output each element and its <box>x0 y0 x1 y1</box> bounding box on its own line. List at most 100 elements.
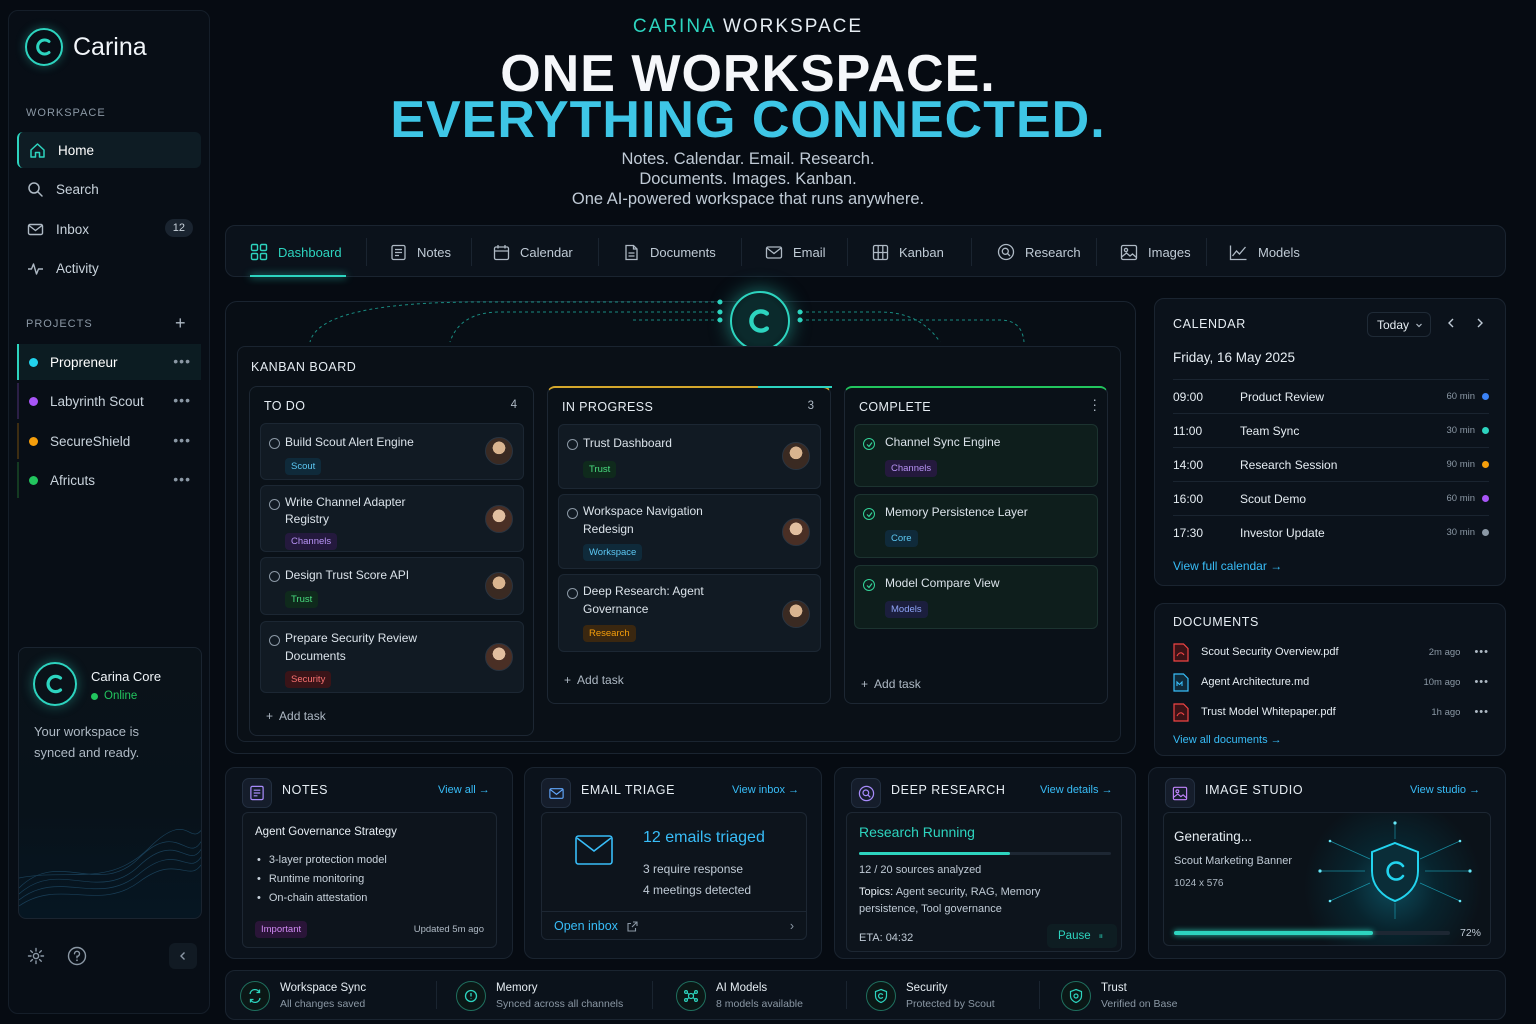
kanban-card[interactable]: Prepare Security Review Documents Securi… <box>260 621 524 693</box>
tab-label: Research <box>1025 244 1081 260</box>
project-africuts[interactable]: Africuts ••• <box>17 462 201 498</box>
note-preview[interactable]: Agent Governance Strategy • 3-layer prote… <box>242 812 497 948</box>
calendar-event[interactable]: 14:00 Research Session 90 min <box>1173 447 1489 481</box>
card-title-line2: Governance <box>583 602 649 616</box>
next-day-button[interactable] <box>1474 317 1486 329</box>
project-propreneur[interactable]: Propreneur ••• <box>17 344 201 380</box>
kanban-card[interactable]: Memory Persistence Layer Core <box>854 494 1098 558</box>
tab-label: Dashboard <box>278 244 342 260</box>
card-title: Memory Persistence Layer <box>885 505 1028 519</box>
document-more-button[interactable]: ••• <box>1474 646 1489 658</box>
status-subtitle: Protected by Scout <box>906 998 995 1010</box>
hero-kicker: CARINA WORKSPACE <box>0 16 1496 38</box>
kanban-card[interactable]: Deep Research: Agent Governance Research <box>558 574 821 652</box>
document-row[interactable]: Agent Architecture.md 10m ago ••• <box>1173 667 1489 697</box>
tab-dashboard[interactable]: Dashboard <box>250 226 342 278</box>
email-card-title: EMAIL TRIAGE <box>581 783 676 797</box>
generated-shield-image <box>1318 821 1472 919</box>
generation-name: Scout Marketing Banner <box>1174 855 1293 867</box>
task-status-radio[interactable] <box>269 499 280 510</box>
mail-icon <box>548 787 564 799</box>
view-details-link[interactable]: View details → <box>1040 784 1113 796</box>
tab-calendar[interactable]: Calendar <box>493 226 573 278</box>
add-task-label: Add task <box>279 709 326 723</box>
note-bullet: • 3-layer protection model <box>257 854 387 866</box>
active-tab-indicator <box>250 275 346 277</box>
check-icon[interactable] <box>863 438 875 450</box>
event-name: Team Sync <box>1240 423 1300 438</box>
kanban-column-in-progress: IN PROGRESS 3 Trust Dashboard Trust Work… <box>547 386 832 704</box>
tab-email[interactable]: Email <box>765 226 826 278</box>
add-task-button[interactable]: + Add task <box>564 673 624 687</box>
calendar-event[interactable]: 16:00 Scout Demo 60 min <box>1173 481 1489 515</box>
project-secureshield[interactable]: SecureShield ••• <box>17 423 201 459</box>
kanban-card[interactable]: Workspace Navigation Redesign Workspace <box>558 494 821 569</box>
event-color-dot <box>1482 427 1489 434</box>
view-inbox-link[interactable]: View inbox → <box>732 784 799 796</box>
task-status-radio[interactable] <box>567 439 578 450</box>
projects-section-label: PROJECTS <box>26 318 93 330</box>
document-row[interactable]: Trust Model Whitepaper.pdf 1h ago ••• <box>1173 697 1489 727</box>
today-dropdown[interactable]: Today <box>1367 312 1431 337</box>
research-topics-line2: persistence, Tool governance <box>859 903 1002 915</box>
view-studio-link[interactable]: View studio → <box>1410 784 1480 796</box>
kanban-card[interactable]: Channel Sync Engine Channels <box>854 424 1098 487</box>
task-status-radio[interactable] <box>567 508 578 519</box>
task-status-radio[interactable] <box>269 571 280 582</box>
project-more-button[interactable]: ••• <box>173 392 191 408</box>
notes-view-all-link[interactable]: View all → <box>438 784 490 796</box>
tab-kanban[interactable]: Kanban <box>872 226 944 278</box>
open-inbox-button[interactable]: Open inbox › <box>542 911 806 940</box>
deep-research-card: DEEP RESEARCH View details → Research Ru… <box>834 767 1136 959</box>
tab-notes[interactable]: Notes <box>390 226 451 278</box>
pause-research-button[interactable]: Pause ⏸ <box>1047 924 1117 948</box>
project-more-button[interactable]: ••• <box>173 432 191 448</box>
notes-icon <box>250 785 264 801</box>
nav-activity[interactable]: Activity <box>17 250 201 286</box>
core-logo-icon <box>33 662 77 706</box>
generation-progress-track <box>1174 931 1450 935</box>
project-more-button[interactable]: ••• <box>173 471 191 487</box>
calendar-event[interactable]: 17:30 Investor Update 30 min <box>1173 515 1489 549</box>
prev-day-button[interactable] <box>1445 317 1457 329</box>
document-row[interactable]: Scout Security Overview.pdf 2m ago ••• <box>1173 637 1489 667</box>
card-tag: Scout <box>285 458 322 475</box>
tab-models[interactable]: Models <box>1229 226 1300 278</box>
tab-divider <box>741 238 742 266</box>
task-status-radio[interactable] <box>269 635 280 646</box>
avatar <box>782 600 810 628</box>
view-full-calendar-link[interactable]: View full calendar → <box>1173 559 1282 573</box>
project-more-button[interactable]: ••• <box>173 353 191 369</box>
document-more-button[interactable]: ••• <box>1474 706 1489 718</box>
kanban-card[interactable]: Build Scout Alert Engine Scout <box>260 423 524 480</box>
kanban-card[interactable]: Write Channel Adapter Registry Channels <box>260 485 524 552</box>
project-labyrinth-scout[interactable]: Labyrinth Scout ••• <box>17 383 201 419</box>
kanban-card[interactable]: Trust Dashboard Trust <box>558 424 821 489</box>
add-project-button[interactable]: + <box>175 313 186 334</box>
activity-icon <box>28 262 43 275</box>
tab-research[interactable]: Research <box>997 226 1081 278</box>
document-more-button[interactable]: ••• <box>1474 676 1489 688</box>
view-all-documents-link[interactable]: View all documents → <box>1173 734 1282 746</box>
event-name: Research Session <box>1240 457 1338 472</box>
kanban-card[interactable]: Model Compare View Models <box>854 565 1098 629</box>
external-link-icon <box>627 920 638 932</box>
help-button[interactable] <box>67 946 87 966</box>
collapse-sidebar-button[interactable] <box>169 943 197 969</box>
task-status-radio[interactable] <box>567 588 578 599</box>
check-icon[interactable] <box>863 508 875 520</box>
topics-label: Topics: <box>859 886 894 898</box>
topics-value: Agent security, RAG, Memory <box>895 886 1041 898</box>
settings-button[interactable] <box>27 947 45 965</box>
column-menu-button[interactable]: · · · <box>1092 392 1097 416</box>
task-status-radio[interactable] <box>269 438 280 449</box>
calendar-event[interactable]: 09:00 Product Review 60 min <box>1173 379 1489 413</box>
calendar-event[interactable]: 11:00 Team Sync 30 min <box>1173 413 1489 447</box>
tab-images[interactable]: Images <box>1120 226 1191 278</box>
add-task-button[interactable]: + Add task <box>266 709 326 723</box>
event-duration: 30 min <box>1446 425 1475 436</box>
add-task-button[interactable]: + Add task <box>861 677 921 691</box>
kanban-card[interactable]: Design Trust Score API Trust <box>260 557 524 615</box>
tab-documents[interactable]: Documents <box>623 226 716 278</box>
check-icon[interactable] <box>863 579 875 591</box>
